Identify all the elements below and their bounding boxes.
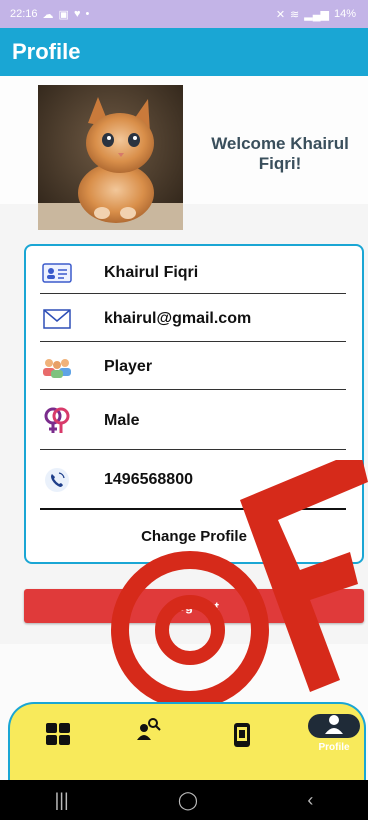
nav-item-device[interactable] (212, 722, 272, 768)
battery-level: 14% (333, 8, 356, 20)
logout-button[interactable]: Log Out (24, 589, 364, 623)
app-bar: Profile (0, 28, 368, 76)
heart-icon: ♥ (73, 8, 81, 20)
nav-label-profile: Profile (318, 742, 350, 753)
system-navigation-bar: ||| ◯ ‹ (0, 780, 368, 820)
bottom-navigation: Profile (8, 702, 366, 780)
people-icon (40, 355, 74, 379)
nav-item-search-users[interactable] (118, 716, 178, 762)
welcome-message: Welcome Khairul Fiqri! (211, 134, 349, 173)
phone-device-icon (233, 722, 251, 753)
cloud-icon: ☁ (42, 8, 54, 21)
nav-item-profile[interactable]: Profile (304, 714, 364, 760)
image-icon: ▣ (58, 8, 69, 21)
wifi-icon: ≋ (290, 8, 300, 21)
profile-email: khairul@gmail.com (104, 309, 252, 327)
dot-icon: • (85, 8, 90, 20)
profile-name: Khairul Fiqri (104, 263, 199, 281)
recent-apps-icon[interactable]: ||| (55, 790, 69, 811)
phone-icon (40, 468, 74, 492)
status-bar: 22:16 ☁ ▣ ♥ • ✕ ≋ ▂▄▆ 14% (0, 0, 368, 28)
nav-active-indicator (308, 714, 360, 738)
gender-row: Male (40, 392, 346, 450)
profile-card: Khairul Fiqri khairul@gmail.com Player M… (24, 244, 364, 564)
name-row: Khairul Fiqri (40, 252, 346, 294)
grid-icon (45, 722, 71, 751)
profile-phone: 1496568800 (104, 471, 193, 488)
role-row: Player (40, 344, 346, 390)
page-title: Profile (12, 39, 81, 64)
signal-icon: ▂▄▆ (304, 8, 329, 21)
back-icon[interactable]: ‹ (307, 790, 313, 811)
nav-item-dashboard[interactable] (28, 722, 88, 768)
id-card-icon (40, 261, 74, 285)
profile-gender: Male (104, 411, 140, 429)
phone-row: 1496568800 (40, 452, 346, 510)
person-icon (324, 714, 344, 739)
user-search-icon (135, 716, 161, 747)
profile-role: Player (104, 357, 153, 375)
email-row: khairul@gmail.com (40, 296, 346, 342)
status-time: 22:16 (10, 8, 38, 20)
mail-icon (40, 307, 74, 331)
gender-icon (40, 407, 74, 433)
home-icon[interactable]: ◯ (178, 790, 198, 811)
mute-icon: ✕ (275, 8, 286, 21)
change-profile-button[interactable]: Change Profile (26, 528, 362, 545)
avatar (38, 85, 183, 230)
